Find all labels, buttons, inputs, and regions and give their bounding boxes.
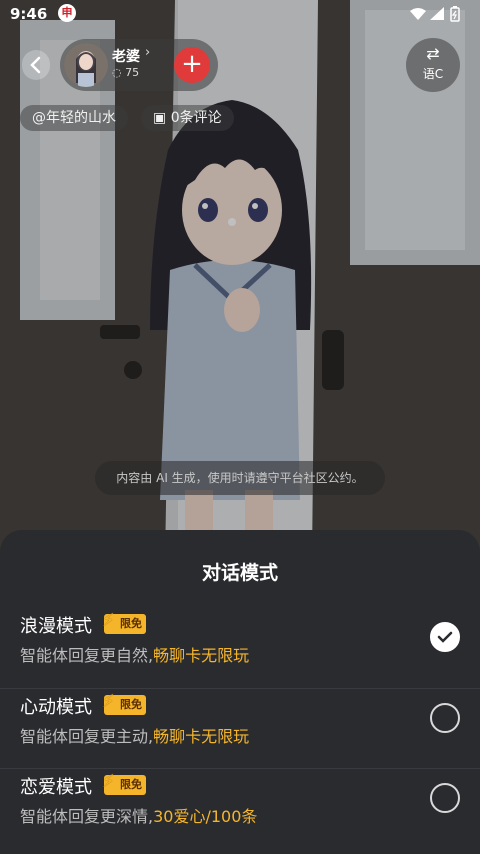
chevron-right-icon: › (145, 45, 151, 60)
radio-unselected[interactable] (430, 783, 460, 813)
chat-count-value: 75 (125, 66, 140, 79)
mode-option-heartbeat[interactable]: 心动模式 ⚡ 限免 智能体回复更主动,畅聊卡无限玩 (0, 688, 480, 769)
status-time: 9:46 (10, 5, 48, 23)
bot-profile-pill[interactable]: 老婆 › ◌ 75 + (60, 39, 218, 91)
screen: 9:46 申 老婆 › ◌ 75 + ⇄ 语C @年轻的山水 ▣ 0条评论 内容… (0, 0, 480, 854)
bot-name[interactable]: 老婆 (112, 46, 140, 66)
status-icons (408, 6, 468, 26)
checkmark-icon (437, 631, 453, 643)
back-button[interactable] (22, 50, 50, 80)
mode-description-highlight: 畅聊卡无限玩 (153, 727, 250, 746)
signal-icon (430, 7, 444, 20)
language-label: 语C (422, 67, 444, 81)
chat-bubble-icon: ◌ (112, 66, 122, 79)
chat-count: ◌ 75 (112, 66, 139, 79)
battery-icon (450, 6, 460, 22)
mode-description: 智能体回复更深情,30爱心/100条 (20, 803, 257, 827)
chat-mode-sheet: 对话模式 浪漫模式 ⚡ 限免 智能体回复更自然,畅聊卡无限玩 心动模式 ⚡ 限免 (0, 530, 480, 854)
status-bar: 9:46 申 (0, 0, 480, 28)
plus-icon: + (181, 49, 203, 79)
lightning-icon: ⚡ (102, 771, 115, 792)
mode-description-text: 智能体回复更主动, (20, 727, 154, 746)
mode-option-romantic[interactable]: 浪漫模式 ⚡ 限免 智能体回复更自然,畅聊卡无限玩 (0, 608, 480, 688)
mode-description-highlight: 畅聊卡无限玩 (153, 646, 250, 665)
mode-description: 智能体回复更自然,畅聊卡无限玩 (20, 642, 249, 666)
lightning-icon: ⚡ (102, 691, 115, 712)
sheet-title: 对话模式 (201, 562, 278, 584)
ai-content-notice: 内容由 AI 生成，使用时请遵守平台社区公约。 (95, 461, 385, 495)
free-badge: ⚡ 限免 (102, 610, 146, 634)
free-badge: ⚡ 限免 (102, 691, 146, 715)
add-button[interactable]: + (174, 47, 210, 83)
radio-unselected[interactable] (430, 703, 460, 733)
comment-icon: ▣ (153, 110, 167, 126)
comments-count: 0条评论 (170, 110, 222, 126)
mode-description-highlight: 30爱心/100条 (153, 807, 258, 826)
free-badge-label: 限免 (120, 778, 142, 791)
free-badge-label: 限免 (120, 698, 142, 711)
author-chip[interactable]: @年轻的山水 (20, 105, 128, 131)
swap-arrows-icon: ⇄ (426, 44, 440, 63)
free-badge-label: 限免 (120, 617, 142, 630)
radio-selected[interactable] (430, 622, 460, 652)
mode-option-love[interactable]: 恋爱模式 ⚡ 限免 智能体回复更深情,30爱心/100条 (0, 768, 480, 849)
notification-app-icon: 申 (58, 4, 76, 22)
free-badge: ⚡ 限免 (102, 771, 146, 795)
mode-name: 恋爱模式 (20, 777, 92, 798)
avatar[interactable] (64, 43, 108, 87)
mode-name: 心动模式 (20, 697, 92, 718)
lightning-icon: ⚡ (102, 610, 115, 631)
mode-description-text: 智能体回复更深情, (20, 807, 154, 826)
mode-name: 浪漫模式 (20, 616, 92, 637)
author-name: @年轻的山水 (32, 110, 116, 126)
mode-description-text: 智能体回复更自然, (20, 646, 154, 665)
comments-chip[interactable]: ▣ 0条评论 (141, 105, 234, 131)
chevron-left-icon (30, 56, 41, 74)
wifi-icon (410, 8, 426, 20)
language-switch-button[interactable]: ⇄ 语C (406, 38, 460, 92)
mode-description: 智能体回复更主动,畅聊卡无限玩 (20, 723, 249, 747)
